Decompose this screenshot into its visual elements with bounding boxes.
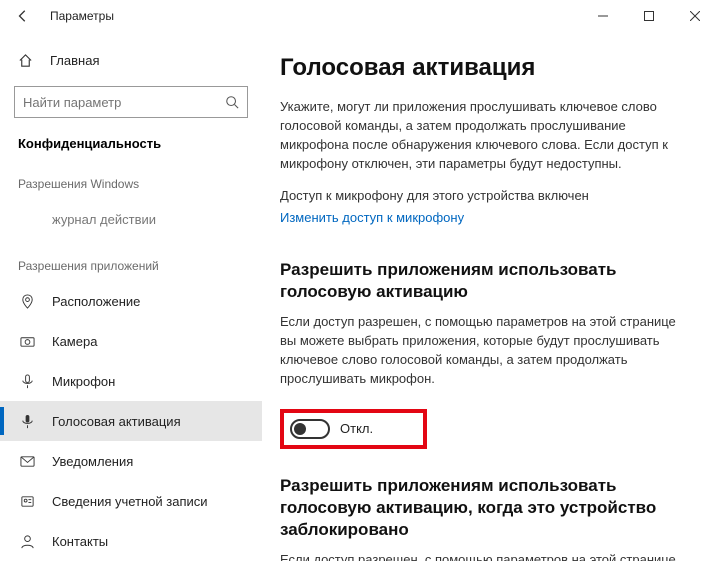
voice-activation-toggle[interactable] (290, 419, 330, 439)
back-button[interactable] (8, 1, 38, 31)
search-box[interactable] (14, 86, 248, 118)
sidebar-item-location[interactable]: Расположение (0, 281, 262, 321)
home-label: Главная (50, 53, 99, 68)
window-title: Параметры (50, 9, 114, 23)
window-controls (580, 0, 718, 32)
sidebar-item-notifications[interactable]: Уведомления (0, 441, 262, 481)
allow-apps-heading: Разрешить приложениям использовать голос… (280, 259, 680, 303)
search-icon (225, 95, 239, 109)
sidebar-item-contacts[interactable]: Контакты (0, 521, 262, 561)
notifications-icon (18, 454, 36, 469)
search-input[interactable] (23, 95, 225, 110)
sidebar-item-label: Расположение (52, 294, 140, 309)
sidebar-item-label: Микрофон (52, 374, 115, 389)
content-area: Голосовая активация Укажите, могут ли пр… (262, 32, 720, 561)
contacts-icon (18, 534, 36, 549)
sidebar-item-history[interactable]: журнал действии (0, 199, 262, 239)
section-app-permissions: Разрешения приложений (0, 239, 262, 281)
sidebar-item-label: Уведомления (52, 454, 133, 469)
location-icon (18, 294, 36, 309)
camera-icon (18, 334, 36, 349)
toggle-state-label: Откл. (340, 421, 373, 436)
sidebar-item-microphone[interactable]: Микрофон (0, 361, 262, 401)
sidebar-item-label: Камера (52, 334, 97, 349)
allow-apps-desc: Если доступ разрешен, с помощью параметр… (280, 313, 680, 388)
home-link[interactable]: Главная (0, 42, 262, 78)
highlight-box: Откл. (280, 409, 427, 449)
toggle-knob (294, 423, 306, 435)
change-mic-access-link[interactable]: Изменить доступ к микрофону (280, 210, 464, 225)
page-title: Голосовая активация (280, 54, 700, 82)
microphone-icon (18, 374, 36, 389)
account-icon (18, 494, 36, 509)
sidebar-item-label: Сведения учетной записи (52, 494, 208, 509)
sidebar-item-voice-activation[interactable]: Голосовая активация (0, 401, 262, 441)
intro-text: Укажите, могут ли приложения прослушиват… (280, 98, 680, 173)
home-icon (18, 53, 34, 68)
sidebar-item-label: журнал действии (52, 212, 156, 227)
sidebar-item-camera[interactable]: Камера (0, 321, 262, 361)
close-button[interactable] (672, 0, 718, 32)
voice-icon (18, 414, 36, 429)
mic-status-text: Доступ к микрофону для этого устройства … (280, 187, 680, 206)
sidebar-item-label: Контакты (52, 534, 108, 549)
minimize-button[interactable] (580, 0, 626, 32)
privacy-heading: Конфиденциальность (0, 128, 262, 157)
section-windows-permissions: Разрешения Windows (0, 157, 262, 199)
locked-desc: Если доступ разрешен, с помощью параметр… (280, 551, 680, 561)
sidebar-item-account-info[interactable]: Сведения учетной записи (0, 481, 262, 521)
sidebar: Главная Конфиденциальность Разрешения Wi… (0, 32, 262, 561)
locked-heading: Разрешить приложениям использовать голос… (280, 475, 680, 541)
maximize-button[interactable] (626, 0, 672, 32)
titlebar: Параметры (0, 0, 720, 32)
sidebar-item-label: Голосовая активация (52, 414, 181, 429)
